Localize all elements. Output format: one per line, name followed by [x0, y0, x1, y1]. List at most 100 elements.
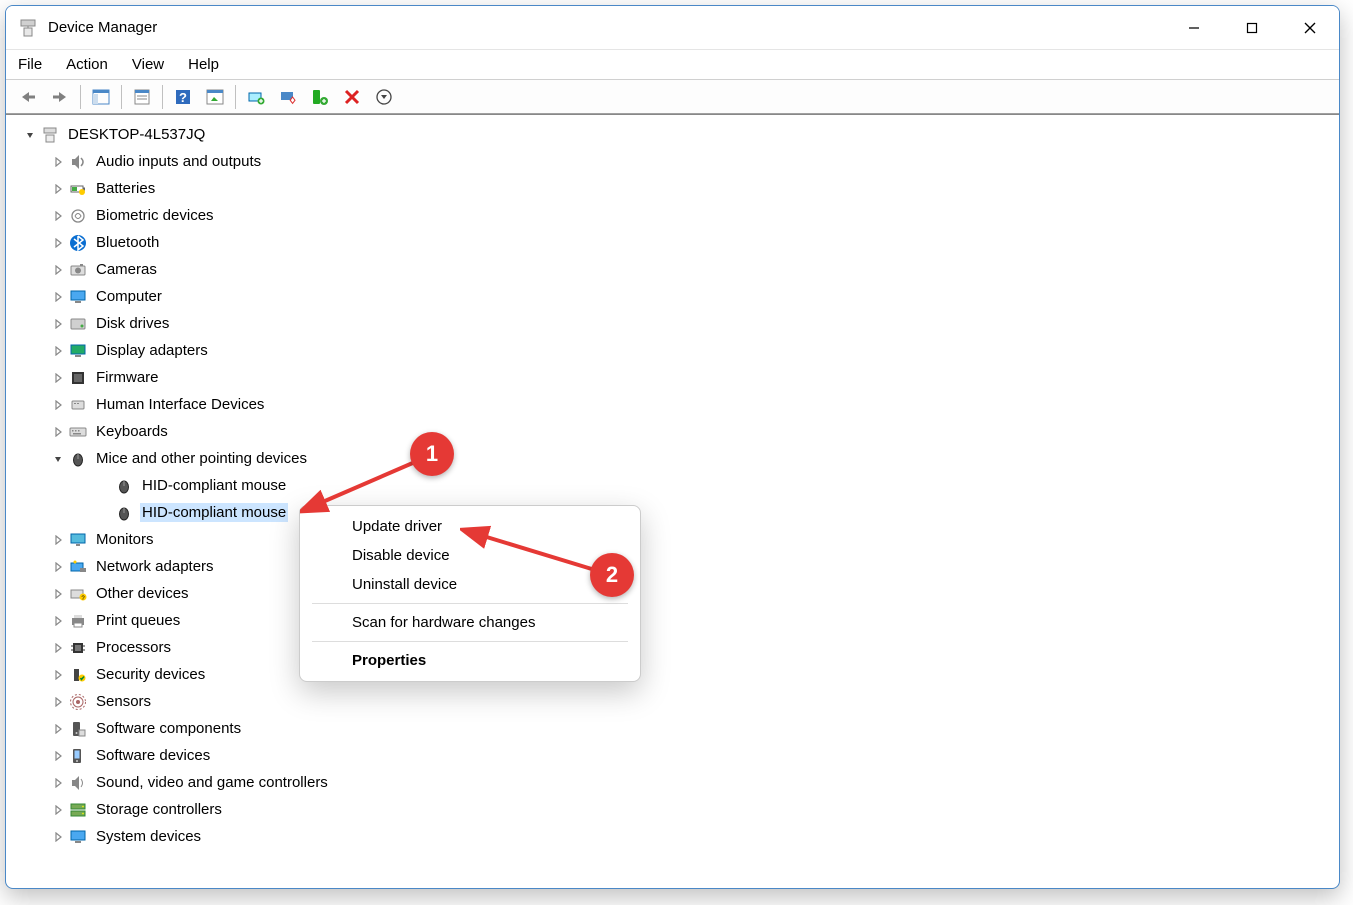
mouse-icon — [114, 503, 134, 523]
chevron-right-icon[interactable] — [50, 208, 66, 224]
ctx-separator — [312, 603, 628, 604]
chevron-right-icon[interactable] — [50, 181, 66, 197]
chevron-right-icon[interactable] — [50, 532, 66, 548]
chevron-right-icon[interactable] — [50, 640, 66, 656]
tree-node-computer[interactable]: Computer — [14, 283, 1337, 310]
tree-node-batteries[interactable]: Batteries — [14, 175, 1337, 202]
chevron-right-icon[interactable] — [50, 586, 66, 602]
tree-node-label: Firmware — [96, 369, 159, 386]
menu-view[interactable]: View — [132, 56, 164, 73]
ctx-update-driver[interactable]: Update driver — [300, 512, 640, 541]
tree-node-print-queues[interactable]: Print queues — [14, 607, 1337, 634]
chevron-right-icon[interactable] — [50, 343, 66, 359]
tree-node-biometric-devices[interactable]: Biometric devices — [14, 202, 1337, 229]
ctx-uninstall-device[interactable]: Uninstall device — [300, 570, 640, 599]
tree-node-human-interface-devices[interactable]: Human Interface Devices — [14, 391, 1337, 418]
tree-node-child-1[interactable]: HID-compliant mouse — [14, 499, 1337, 526]
chevron-right-icon[interactable] — [50, 154, 66, 170]
chevron-right-icon[interactable] — [50, 613, 66, 629]
ctx-scan-hardware[interactable]: Scan for hardware changes — [300, 608, 640, 637]
tree-node-processors[interactable]: Processors — [14, 634, 1337, 661]
chevron-right-icon[interactable] — [50, 289, 66, 305]
toolbar-separator — [162, 85, 163, 109]
chevron-right-icon[interactable] — [50, 235, 66, 251]
tree-node-label: Security devices — [96, 666, 205, 683]
tree-node-firmware[interactable]: Firmware — [14, 364, 1337, 391]
disk-icon — [68, 314, 88, 334]
chevron-right-icon[interactable] — [50, 667, 66, 683]
scan-button[interactable] — [201, 84, 229, 110]
enable-button[interactable] — [306, 84, 334, 110]
chevron-right-icon[interactable] — [50, 802, 66, 818]
chevron-right-icon[interactable] — [50, 775, 66, 791]
chevron-right-icon[interactable] — [50, 721, 66, 737]
other-icon: ? — [68, 584, 88, 604]
tree-node-label: Sensors — [96, 693, 151, 710]
tree-node-storage-controllers[interactable]: Storage controllers — [14, 796, 1337, 823]
tree-node-sound-video-and-game-controllers[interactable]: Sound, video and game controllers — [14, 769, 1337, 796]
softcomp-icon — [68, 719, 88, 739]
uninstall-button[interactable] — [338, 84, 366, 110]
show-hide-console-button[interactable] — [87, 84, 115, 110]
tree-node-disk-drives[interactable]: Disk drives — [14, 310, 1337, 337]
chevron-placeholder — [96, 478, 112, 494]
device-tree[interactable]: DESKTOP-4L537JQAudio inputs and outputsB… — [8, 117, 1337, 886]
chevron-right-icon[interactable] — [50, 829, 66, 845]
tree-node-software-components[interactable]: Software components — [14, 715, 1337, 742]
computer-icon — [68, 287, 88, 307]
tree-node-root[interactable]: DESKTOP-4L537JQ — [14, 121, 1337, 148]
tree-node-cameras[interactable]: Cameras — [14, 256, 1337, 283]
help-button[interactable]: ? — [169, 84, 197, 110]
tree-node-sensors[interactable]: Sensors — [14, 688, 1337, 715]
chevron-right-icon[interactable] — [50, 397, 66, 413]
close-button[interactable] — [1281, 6, 1339, 49]
chevron-right-icon[interactable] — [50, 748, 66, 764]
back-button[interactable] — [14, 84, 42, 110]
disable-button[interactable] — [274, 84, 302, 110]
tree-node-other-devices[interactable]: ?Other devices — [14, 580, 1337, 607]
minimize-button[interactable] — [1165, 6, 1223, 49]
properties-button[interactable] — [128, 84, 156, 110]
ctx-properties[interactable]: Properties — [300, 646, 640, 675]
mouse-icon — [114, 476, 134, 496]
tree-node-monitors[interactable]: Monitors — [14, 526, 1337, 553]
maximize-button[interactable] — [1223, 6, 1281, 49]
scan-hardware-button[interactable] — [370, 84, 398, 110]
chevron-placeholder — [96, 505, 112, 521]
tree-node-mice-and-other-pointing-devices[interactable]: Mice and other pointing devices — [14, 445, 1337, 472]
tree-node-keyboards[interactable]: Keyboards — [14, 418, 1337, 445]
menubar: File Action View Help — [6, 50, 1339, 80]
tree-node-label: Processors — [96, 639, 171, 656]
chevron-right-icon[interactable] — [50, 424, 66, 440]
tree-node-label: Software components — [96, 720, 241, 737]
context-menu: Update driver Disable device Uninstall d… — [299, 505, 641, 682]
tree-node-network-adapters[interactable]: Network adapters — [14, 553, 1337, 580]
ctx-disable-device[interactable]: Disable device — [300, 541, 640, 570]
tree-node-display-adapters[interactable]: Display adapters — [14, 337, 1337, 364]
tree-node-bluetooth[interactable]: Bluetooth — [14, 229, 1337, 256]
bluetooth-icon — [68, 233, 88, 253]
speaker-icon — [68, 152, 88, 172]
network-icon — [68, 557, 88, 577]
tree-node-security-devices[interactable]: Security devices — [14, 661, 1337, 688]
chevron-right-icon[interactable] — [50, 694, 66, 710]
tree-node-label: DESKTOP-4L537JQ — [68, 126, 205, 143]
forward-button[interactable] — [46, 84, 74, 110]
tree-node-child-0[interactable]: HID-compliant mouse — [14, 472, 1337, 499]
chevron-right-icon[interactable] — [50, 559, 66, 575]
chevron-down-icon[interactable] — [22, 127, 38, 143]
chevron-right-icon[interactable] — [50, 316, 66, 332]
app-icon — [18, 18, 38, 38]
tree-node-audio-inputs-and-outputs[interactable]: Audio inputs and outputs — [14, 148, 1337, 175]
tree-node-system-devices[interactable]: System devices — [14, 823, 1337, 850]
menu-file[interactable]: File — [18, 56, 42, 73]
menu-action[interactable]: Action — [66, 56, 108, 73]
svg-text:?: ? — [179, 90, 187, 105]
chevron-down-icon[interactable] — [50, 451, 66, 467]
chevron-right-icon[interactable] — [50, 370, 66, 386]
tree-node-label: Human Interface Devices — [96, 396, 264, 413]
menu-help[interactable]: Help — [188, 56, 219, 73]
tree-node-software-devices[interactable]: Software devices — [14, 742, 1337, 769]
chevron-right-icon[interactable] — [50, 262, 66, 278]
update-driver-button[interactable] — [242, 84, 270, 110]
